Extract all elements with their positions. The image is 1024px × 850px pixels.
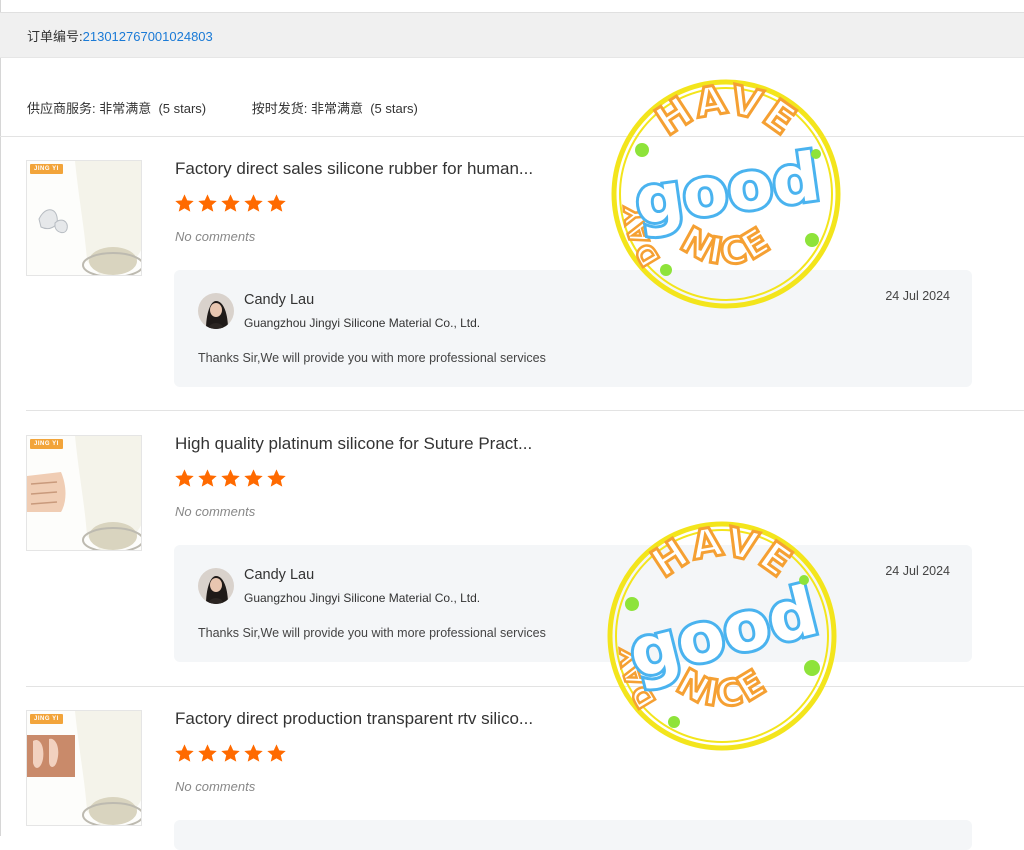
- brand-badge: JING YI: [30, 714, 63, 724]
- replier-company: Guangzhou Jingyi Silicone Material Co., …: [244, 316, 481, 330]
- reply-date: 24 Jul 2024: [885, 564, 950, 578]
- star-icon: [175, 194, 194, 212]
- replier-company: Guangzhou Jingyi Silicone Material Co., …: [244, 591, 481, 605]
- star-icon: [198, 744, 217, 762]
- product-title-link[interactable]: Factory direct sales silicone rubber for…: [175, 159, 533, 179]
- rating-on-time-delivery: 按时发货: 非常满意 (5 stars): [251, 101, 418, 116]
- supplier-reply: [174, 820, 972, 850]
- product-image-icon: [27, 161, 141, 275]
- order-label: 订单编号:213012767001024803: [27, 26, 213, 45]
- star-rating: [174, 743, 287, 764]
- star-rating: [174, 468, 287, 489]
- replier-name: Candy Lau: [244, 292, 315, 308]
- star-icon: [221, 194, 240, 212]
- rating-supplier-service: 供应商服务: 非常满意 (5 stars): [27, 101, 207, 116]
- product-title-link[interactable]: High quality platinum silicone for Sutur…: [175, 434, 532, 454]
- divider: [26, 686, 1024, 687]
- product-thumbnail[interactable]: JING YI: [26, 160, 142, 276]
- product-thumbnail[interactable]: JING YI: [26, 710, 142, 826]
- order-header: 订单编号:213012767001024803: [0, 12, 1024, 58]
- star-icon: [175, 744, 194, 762]
- reply-date: 24 Jul 2024: [885, 289, 950, 303]
- review-comment: No comments: [175, 229, 256, 244]
- star-icon: [244, 744, 263, 762]
- brand-badge: JING YI: [30, 439, 63, 449]
- order-number-label: 订单编号:: [27, 29, 83, 44]
- review-comment: No comments: [175, 504, 256, 519]
- star-icon: [244, 469, 263, 487]
- star-icon: [175, 469, 194, 487]
- avatar: [198, 293, 234, 329]
- star-icon: [221, 469, 240, 487]
- supplier-reply: Candy Lau Guangzhou Jingyi Silicone Mate…: [174, 545, 972, 662]
- star-icon: [267, 469, 286, 487]
- review-comment: No comments: [175, 779, 256, 794]
- product-image-icon: [27, 436, 141, 550]
- star-icon: [198, 194, 217, 212]
- product-image-icon: [27, 711, 141, 825]
- reply-text: Thanks Sir,We will provide you with more…: [198, 626, 546, 640]
- supplier-reply: Candy Lau Guangzhou Jingyi Silicone Mate…: [174, 270, 972, 387]
- order-number-link[interactable]: 213012767001024803: [83, 29, 213, 44]
- divider: [0, 136, 1024, 137]
- brand-badge: JING YI: [30, 164, 63, 174]
- star-icon: [221, 744, 240, 762]
- supplier-ratings: 供应商服务: 非常满意 (5 stars) 按时发货: 非常满意 (5 star…: [27, 98, 460, 117]
- divider: [26, 410, 1024, 411]
- star-icon: [198, 469, 217, 487]
- product-title-link[interactable]: Factory direct production transparent rt…: [175, 709, 533, 729]
- star-rating: [174, 193, 287, 214]
- replier-name: Candy Lau: [244, 567, 315, 583]
- avatar: [198, 568, 234, 604]
- star-icon: [244, 194, 263, 212]
- star-icon: [267, 744, 286, 762]
- reply-text: Thanks Sir,We will provide you with more…: [198, 351, 546, 365]
- star-icon: [267, 194, 286, 212]
- product-thumbnail[interactable]: JING YI: [26, 435, 142, 551]
